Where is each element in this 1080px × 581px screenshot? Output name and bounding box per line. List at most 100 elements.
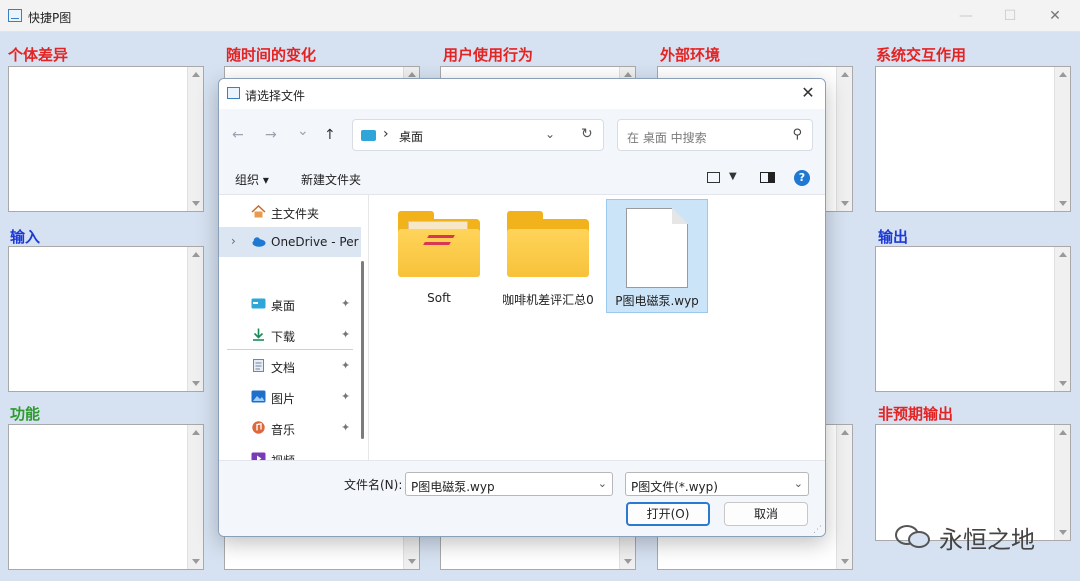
address-bar[interactable]: › 桌面 ⌄ ↻ [352,119,604,151]
label-system-interaction: 系统交互作用 [876,46,967,64]
label-individual-differences: 个体差异 [8,46,69,64]
file-item-wyp[interactable]: P图电磁泵.wyp [606,199,708,313]
dialog-title: 请选择文件 [245,89,306,103]
file-item-label: P图电磁泵.wyp [615,294,699,308]
desktop-icon [361,130,376,141]
download-icon [253,328,264,341]
sidebar-item-desktop[interactable]: 桌面 ✦ [219,289,361,319]
sidebar-item-label: 图片 [271,392,296,406]
sidebar-item-label: 文档 [271,361,296,375]
pin-icon[interactable]: ✦ [341,297,350,310]
address-dropdown-icon[interactable]: ⌄ [545,127,555,141]
pin-icon[interactable]: ✦ [341,421,350,434]
textbox-scrollbar[interactable] [187,425,203,569]
organize-button[interactable]: 组织 ▾ [235,171,269,188]
view-dropdown-icon[interactable]: ▼ [729,171,737,182]
sidebar-item-pictures[interactable]: 图片 ✦ [219,382,361,412]
sidebar-item-downloads[interactable]: 下载 ✦ [219,320,361,350]
textbox-scrollbar[interactable] [1054,247,1070,391]
dialog-close-button[interactable]: ✕ [799,84,817,102]
label-user-behavior: 用户使用行为 [443,46,534,64]
file-item-coffee-reviews[interactable]: 咖啡机差评汇总0 [497,199,599,313]
new-folder-button[interactable]: 新建文件夹 [301,171,361,188]
dialog-navbar: ← → ⌄ ↑ › 桌面 ⌄ ↻ 在 桌面 中搜索 ⚲ [219,109,825,161]
forward-arrow-icon[interactable]: → [265,127,277,143]
preview-pane-icon[interactable] [760,172,775,183]
chevron-down-icon[interactable]: ⌄ [794,477,803,490]
textbox-system-interaction[interactable] [875,66,1071,212]
sidebar-item-videos[interactable]: 视频 [219,444,361,460]
textbox-scrollbar[interactable] [836,67,852,211]
recent-locations-icon[interactable]: ⌄ [297,123,309,139]
search-input[interactable]: 在 桌面 中搜索 [627,129,707,146]
help-icon[interactable]: ? [794,170,810,186]
pin-icon[interactable]: ✦ [341,390,350,403]
sidebar-item-label: 视频 [271,452,295,460]
back-arrow-icon[interactable]: ← [232,127,244,143]
minimize-button[interactable]: — [952,6,980,26]
textbox-individual-differences[interactable] [8,66,204,212]
sidebar-item-music[interactable]: 音乐 ✦ [219,413,361,443]
dialog-titlebar: 请选择文件 ✕ [219,79,825,109]
filename-input[interactable]: P图电磁泵.wyp ⌄ [405,472,613,496]
sidebar-item-label: 主文件夹 [271,207,320,221]
search-icon: ⚲ [792,127,802,142]
refresh-icon[interactable]: ↻ [581,126,593,142]
chevron-down-icon[interactable]: ⌄ [598,477,607,490]
maximize-button[interactable]: ☐ [996,6,1024,26]
open-button[interactable]: 打开(O) [626,502,710,526]
textbox-scrollbar[interactable] [1054,425,1070,540]
sidebar-item-home[interactable]: 主文件夹 [219,197,361,227]
window-title: 快捷P图 [28,11,72,25]
textbox-input[interactable] [8,246,204,392]
label-unexpected-output: 非预期输出 [878,405,954,423]
navigation-pane-scrollbar[interactable] [361,261,364,439]
music-icon [252,421,265,434]
sidebar-item-label: 桌面 [271,299,296,313]
label-input: 输入 [10,228,41,246]
cancel-button[interactable]: 取消 [724,502,808,526]
filename-label: 文件名(N): [344,478,403,492]
textbox-function[interactable] [8,424,204,570]
resize-grip-icon[interactable]: ⋰ [813,525,822,535]
sidebar-item-label: 音乐 [271,423,296,437]
textbox-output[interactable] [875,246,1071,392]
sidebar-item-label: 下载 [271,330,296,344]
file-document-icon [626,208,688,288]
filetype-select[interactable]: P图文件(*.wyp) ⌄ [625,472,809,496]
breadcrumb-desktop[interactable]: 桌面 [399,128,423,145]
folder-icon [507,211,589,277]
sidebar-item-onedrive[interactable]: › OneDrive - Per [219,227,361,257]
file-list-pane: Soft 咖啡机差评汇总0 P图电磁泵.wyp [370,195,825,460]
textbox-scrollbar[interactable] [1054,67,1070,211]
watermark-text: 永恒之地 [939,526,1035,554]
picture-icon [251,390,266,403]
label-output: 输出 [878,228,909,246]
pin-icon[interactable]: ✦ [341,359,350,372]
video-icon [251,452,266,460]
window-titlebar: 快捷P图 — ☐ ✕ [0,0,1080,32]
label-function: 功能 [10,405,41,423]
wechat-logo-icon [895,523,933,549]
file-item-label: 咖啡机差评汇总0 [502,293,594,307]
navigation-pane: 主文件夹 › OneDrive - Per 桌面 ✦ 下载 ✦ 文档 ✦ 图片 … [219,195,369,460]
breadcrumb-separator-icon: › [383,126,389,142]
expand-chevron-icon[interactable]: › [231,234,236,248]
label-external-environment: 外部环境 [660,46,721,64]
search-box[interactable]: 在 桌面 中搜索 ⚲ [617,119,813,151]
close-button[interactable]: ✕ [1041,6,1069,26]
textbox-scrollbar[interactable] [187,67,203,211]
up-arrow-icon[interactable]: ↑ [324,127,336,143]
pin-icon[interactable]: ✦ [341,328,350,341]
view-mode-icon[interactable] [707,172,720,183]
app-icon [8,9,22,22]
home-icon [251,205,266,218]
document-icon [253,359,264,372]
sidebar-item-documents[interactable]: 文档 ✦ [219,351,361,381]
filename-value: P图电磁泵.wyp [411,480,495,494]
file-item-soft[interactable]: Soft [388,199,490,313]
cloud-icon [252,237,266,247]
textbox-scrollbar[interactable] [836,425,852,569]
filetype-value: P图文件(*.wyp) [631,480,718,494]
textbox-scrollbar[interactable] [187,247,203,391]
